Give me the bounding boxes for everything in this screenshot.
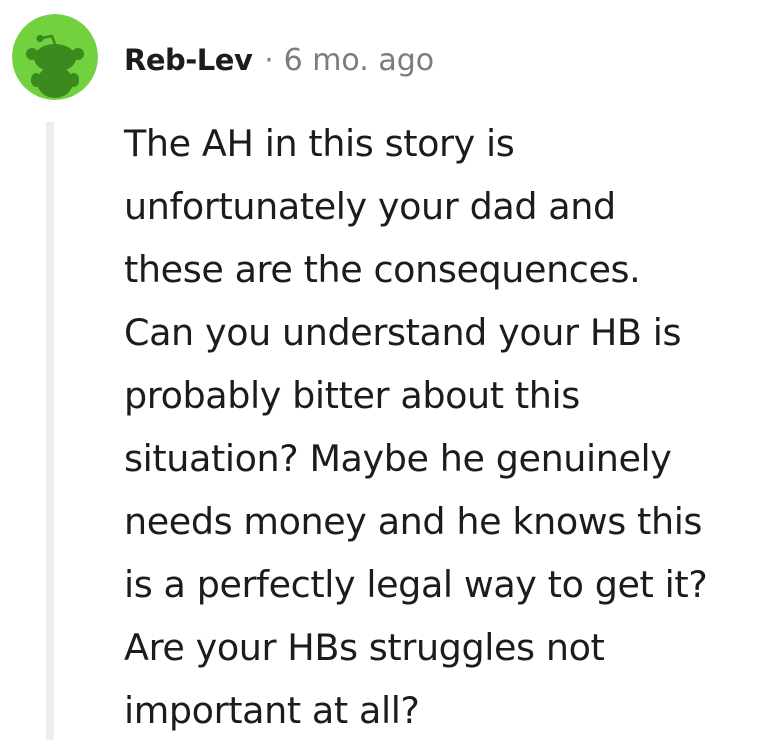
comment-text-line: Are your HBs struggles not (124, 626, 605, 669)
comment-header: Reb-Lev · 6 mo. ago (124, 40, 434, 80)
comment-text-line: The AH in this story is (124, 122, 515, 165)
comment-text-line: is a perfectly legal way to get it? (124, 563, 708, 606)
comment-timestamp[interactable]: 6 mo. ago (284, 43, 435, 78)
comment-text-line: Can you understand your HB is (124, 311, 682, 354)
comment-text-line: situation? Maybe he genuinely (124, 437, 672, 480)
comment-text-line: unfortunately your dad and (124, 185, 616, 228)
reddit-snoo-icon (12, 14, 98, 100)
comment-text-line: these are the consequences. (124, 248, 641, 291)
comment-text-line: probably bitter about this (124, 374, 580, 417)
user-avatar[interactable] (12, 14, 98, 100)
meta-separator: · (264, 43, 274, 77)
thread-collapse-line[interactable] (46, 122, 54, 740)
comment-text-line: important at all? (124, 689, 420, 732)
username-link[interactable]: Reb-Lev (124, 43, 253, 77)
comment-body: The AH in this story is unfortunately yo… (124, 112, 772, 742)
comment-text-line: needs money and he knows this (124, 500, 703, 543)
